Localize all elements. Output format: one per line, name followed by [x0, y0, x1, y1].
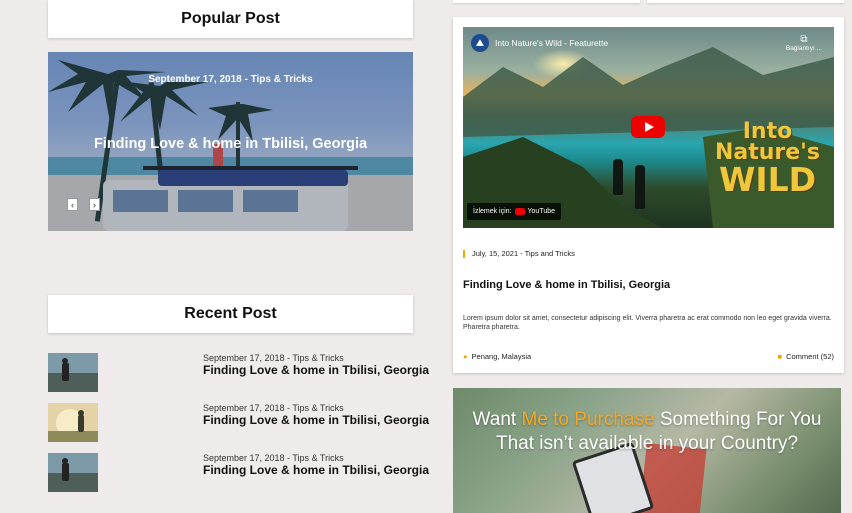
slider-next-button[interactable]: ›: [89, 198, 100, 211]
comments-link[interactable]: ■ Comment (52): [778, 352, 834, 361]
promo-text-start: Want: [472, 409, 522, 430]
card-stub: [453, 0, 640, 3]
hiker-figure: [613, 159, 623, 195]
copy-link-label: Bağlantıyı ...: [785, 45, 822, 52]
location-label: Penang, Malaysia: [471, 352, 532, 361]
video-brand-logo: Into Nature's WILD: [701, 121, 834, 199]
popular-post-slider[interactable]: September 17, 2018 - Tips & Tricks Findi…: [48, 52, 413, 231]
recent-post-thumbnail[interactable]: [48, 403, 98, 442]
play-button[interactable]: [631, 116, 665, 138]
play-icon: [644, 122, 654, 132]
copy-link-button[interactable]: ⧉ Bağlantıyı ...: [786, 34, 822, 52]
video-title[interactable]: Into Nature's Wild - Featurette: [495, 38, 608, 48]
promo-text: Want Me to Purchase Something For You Th…: [463, 408, 831, 456]
post-meta: July, 15, 2021 - Tips and Tricks: [463, 250, 575, 258]
location: ● Penang, Malaysia: [463, 352, 531, 361]
channel-logo-icon[interactable]: ⛰: [471, 34, 489, 52]
location-pin-icon: ●: [463, 352, 468, 361]
recent-post-title[interactable]: Finding Love & home in Tbilisi, Georgia: [203, 463, 429, 477]
brand-line: WILD: [718, 159, 817, 199]
youtube-icon: [514, 208, 525, 215]
post-title[interactable]: Finding Love & home in Tbilisi, Georgia: [463, 279, 670, 291]
comment-icon: ■: [777, 352, 783, 361]
watch-on-youtube-button[interactable]: İzlemek için: YouTube: [467, 203, 562, 220]
card-stub: [647, 0, 844, 3]
recent-post-meta: September 17, 2018 - Tips & Tricks: [203, 453, 344, 463]
recent-post-thumbnail[interactable]: [48, 353, 98, 392]
recent-post-meta: September 17, 2018 - Tips & Tricks: [203, 353, 344, 363]
video-post-card: ⛰ Into Nature's Wild - Featurette ⧉ Bağl…: [453, 17, 844, 373]
list-item[interactable]: September 17, 2018 - Tips & Tricks Findi…: [48, 353, 429, 393]
video-embed[interactable]: ⛰ Into Nature's Wild - Featurette ⧉ Bağl…: [463, 27, 834, 228]
hiker-figure: [635, 165, 645, 209]
popular-post-heading-label: Popular Post: [181, 10, 280, 27]
post-footer: ● Penang, Malaysia ■ Comment (52): [463, 352, 834, 361]
recent-post-meta: September 17, 2018 - Tips & Tricks: [203, 403, 344, 413]
slide-title[interactable]: Finding Love & home in Tbilisi, Georgia: [48, 136, 413, 152]
slider-prev-button[interactable]: ‹: [67, 198, 78, 211]
recent-post-heading-label: Recent Post: [184, 305, 277, 322]
list-item[interactable]: September 17, 2018 - Tips & Tricks Findi…: [48, 403, 429, 443]
comments-label: Comment (52): [786, 352, 834, 361]
youtube-label: YouTube: [527, 208, 556, 215]
post-excerpt: Lorem ipsum dolor sit amet, consectetur …: [463, 315, 832, 331]
promo-text-accent: Me to Purchase: [521, 409, 655, 430]
list-item[interactable]: September 17, 2018 - Tips & Tricks Findi…: [48, 453, 429, 493]
recent-post-thumbnail[interactable]: [48, 453, 98, 492]
watch-label: İzlemek için:: [473, 208, 512, 215]
purchase-promo-banner[interactable]: Want Me to Purchase Something For You Th…: [453, 388, 841, 513]
slide-meta: September 17, 2018 - Tips & Tricks: [148, 74, 313, 85]
popular-post-heading: Popular Post: [48, 0, 413, 38]
recent-post-title[interactable]: Finding Love & home in Tbilisi, Georgia: [203, 413, 429, 427]
recent-post-title[interactable]: Finding Love & home in Tbilisi, Georgia: [203, 363, 429, 377]
recent-post-heading: Recent Post: [48, 295, 413, 333]
copy-link-icon: ⧉: [800, 34, 808, 45]
